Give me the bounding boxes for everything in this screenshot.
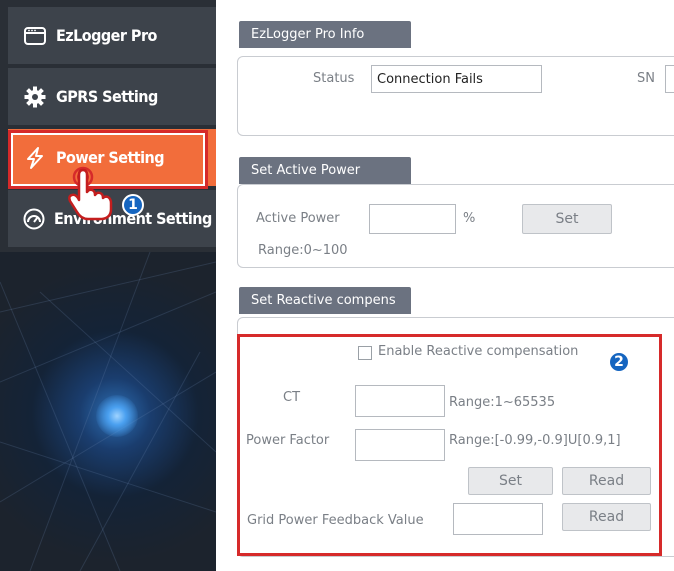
sidebar: EzLogger Pro GPRS Setting Power Setting … xyxy=(0,0,216,571)
info-section-title: EzLogger Pro Info xyxy=(239,21,411,48)
lightning-icon xyxy=(22,145,48,171)
status-label: Status xyxy=(313,71,355,86)
window-icon xyxy=(22,23,48,49)
reactive-section-title: Set Reactive compens xyxy=(239,287,411,314)
gear-icon xyxy=(22,84,48,110)
percent-unit-label: % xyxy=(463,211,476,226)
active-power-input[interactable] xyxy=(369,204,456,234)
step-marker-1: 1 xyxy=(122,194,144,216)
active-power-label: Active Power xyxy=(256,211,340,226)
step-marker-2: 2 xyxy=(608,351,630,373)
active-power-range: Range:0~100 xyxy=(258,243,348,258)
sidebar-item-label: GPRS Setting xyxy=(56,87,158,106)
active-power-set-button[interactable]: Set xyxy=(522,204,612,234)
sidebar-item-gprs-setting[interactable]: GPRS Setting xyxy=(8,68,216,126)
pointer-hand-icon xyxy=(66,165,116,221)
step-marker-2-label: 2 xyxy=(614,354,624,370)
active-power-section-title: Set Active Power xyxy=(239,157,411,184)
sidebar-background-graphic xyxy=(0,252,216,571)
sn-field[interactable] xyxy=(665,65,674,93)
status-field[interactable]: Connection Fails xyxy=(371,65,542,93)
reactive-highlight-box xyxy=(237,334,662,556)
sidebar-item-label: EzLogger Pro xyxy=(56,26,157,45)
step-marker-1-label: 1 xyxy=(128,197,138,213)
sidebar-item-ezlogger-pro[interactable]: EzLogger Pro xyxy=(8,7,216,65)
sn-label: SN xyxy=(637,71,655,86)
glow-orb xyxy=(96,395,138,437)
gauge-icon xyxy=(22,206,46,232)
